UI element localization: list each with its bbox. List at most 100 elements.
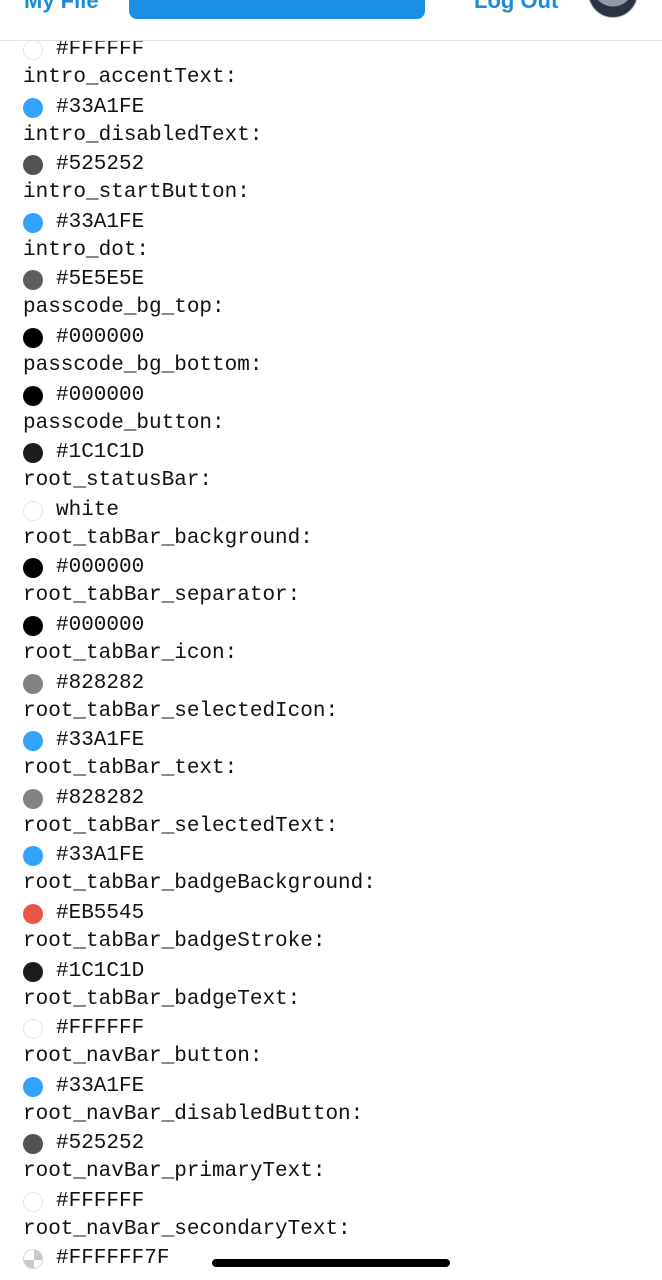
color-swatch [23, 270, 43, 291]
color-row: #525252 intro_startButton: [0, 150, 662, 208]
color-row: #525252 root_navBar_primaryText: [0, 1129, 662, 1187]
color-value-line: #FFFFFF [0, 1187, 662, 1217]
color-value: #828282 [56, 671, 145, 695]
color-key-name: intro_startButton: [23, 181, 250, 205]
color-value-line: #000000 [0, 381, 662, 411]
color-key-name: root_tabBar_background: [23, 526, 313, 550]
color-value-line: #FFFFFF [0, 1014, 662, 1044]
color-row: #33A1FE root_navBar_disabledButton: [0, 1072, 662, 1130]
color-key-name: root_tabBar_selectedIcon: [23, 699, 339, 723]
color-value: #000000 [56, 613, 145, 637]
color-value-line: #33A1FE [0, 1072, 662, 1102]
color-value: #33A1FE [56, 1074, 145, 1098]
top-bar: My File Log Out [0, 0, 662, 41]
color-swatch [23, 97, 43, 118]
color-key-name: passcode_bg_bottom: [23, 353, 263, 377]
color-row: #33A1FE intro_disabledText: [0, 93, 662, 151]
color-value: #FFFFFF [56, 1017, 145, 1041]
color-value: #FFFFFF [56, 1189, 145, 1213]
color-row: #5E5E5E passcode_bg_top: [0, 265, 662, 323]
color-value-line: #828282 [0, 669, 662, 699]
color-value-line: #828282 [0, 784, 662, 814]
color-row: white root_tabBar_background: [0, 496, 662, 554]
avatar[interactable] [588, 0, 638, 18]
color-value-line: #33A1FE [0, 841, 662, 871]
color-swatch [23, 443, 43, 464]
color-value: #5E5E5E [56, 268, 145, 292]
color-key-name: root_tabBar_selectedText: [23, 814, 339, 838]
color-swatch [23, 961, 43, 982]
color-key-name: root_tabBar_badgeStroke: [23, 929, 326, 953]
color-value: #EB5545 [56, 901, 145, 925]
color-key-name: intro_accentText: [23, 66, 238, 89]
color-key-name: root_tabBar_badgeText: [23, 987, 301, 1011]
color-value-line: #000000 [0, 323, 662, 353]
color-row: #1C1C1D root_statusBar: [0, 438, 662, 496]
color-row: #000000 root_tabBar_icon: [0, 611, 662, 669]
color-swatch [23, 1019, 43, 1040]
color-value: #000000 [56, 325, 145, 349]
color-row: #000000 passcode_bg_bottom: [0, 323, 662, 381]
color-row: #000000 passcode_button: [0, 381, 662, 439]
log-out-link[interactable]: Log Out [474, 0, 558, 14]
color-swatch [23, 327, 43, 348]
color-key-name: root_navBar_primaryText: [23, 1160, 326, 1184]
color-value: #828282 [56, 786, 145, 810]
color-value-line: white [0, 496, 662, 526]
color-key-name: root_navBar_button: [23, 1045, 263, 1069]
color-list: #FFFFFF intro_accentText: #33A1FE intro_dis… [0, 35, 662, 1280]
color-value-line: #EB5545 [0, 899, 662, 929]
color-swatch [23, 903, 43, 924]
color-value: white [56, 498, 120, 522]
color-swatch [23, 1134, 43, 1155]
color-row: #828282 root_tabBar_selectedIcon: [0, 669, 662, 727]
color-row: #1C1C1D root_tabBar_badgeText: [0, 957, 662, 1015]
color-swatch [23, 558, 43, 579]
primary-action-button[interactable] [129, 0, 425, 19]
color-value-line: #525252 [0, 1129, 662, 1159]
color-value-line: #525252 [0, 150, 662, 180]
color-swatch [23, 788, 43, 809]
color-row: #33A1FE root_tabBar_text: [0, 726, 662, 784]
color-row: #828282 root_tabBar_selectedText: [0, 784, 662, 842]
color-swatch [23, 1191, 43, 1212]
color-value: #525252 [56, 1132, 145, 1156]
color-row: #000000 root_tabBar_separator: [0, 553, 662, 611]
my-file-link[interactable]: My File [24, 0, 99, 14]
color-swatch [23, 673, 43, 694]
home-indicator [212, 1259, 450, 1267]
color-value-line: #1C1C1D [0, 957, 662, 987]
color-value-line: #000000 [0, 553, 662, 583]
color-key-name: passcode_bg_top: [23, 296, 225, 320]
color-swatch [23, 500, 43, 521]
color-key-name: root_tabBar_badgeBackground: [23, 872, 376, 896]
color-key-name: root_tabBar_text: [23, 757, 238, 781]
color-value: #33A1FE [56, 844, 145, 868]
color-row: #33A1FE intro_dot: [0, 208, 662, 266]
color-swatch [23, 40, 43, 60]
color-row: #FFFFFF root_navBar_secondaryText: [0, 1187, 662, 1245]
color-row: #33A1FE root_tabBar_badgeBackground: [0, 841, 662, 899]
color-key-name: intro_disabledText: [23, 123, 263, 147]
color-value-line: #33A1FE [0, 93, 662, 123]
color-value: #000000 [56, 556, 145, 580]
color-key-name: root_navBar_disabledButton: [23, 1102, 364, 1126]
color-key-name: root_tabBar_icon: [23, 641, 238, 665]
color-value: #1C1C1D [56, 441, 145, 465]
color-swatch [23, 1249, 43, 1270]
color-value: #33A1FE [56, 210, 145, 234]
color-value: #1C1C1D [56, 959, 145, 983]
color-swatch [23, 846, 43, 867]
color-value: #33A1FE [56, 729, 145, 753]
color-key-name: root_navBar_secondaryText: [23, 1217, 351, 1241]
color-key-name: intro_dot: [23, 238, 150, 262]
color-swatch [23, 615, 43, 636]
color-value-line: #33A1FE [0, 208, 662, 238]
color-swatch [23, 385, 43, 406]
color-value-line: #5E5E5E [0, 265, 662, 295]
color-value: #33A1FE [56, 95, 145, 119]
color-value-line: #000000 [0, 611, 662, 641]
color-row: #FFFFFF intro_accentText: [0, 35, 662, 93]
color-value: #FFFFFF7F [56, 1247, 170, 1271]
color-swatch [23, 212, 43, 233]
